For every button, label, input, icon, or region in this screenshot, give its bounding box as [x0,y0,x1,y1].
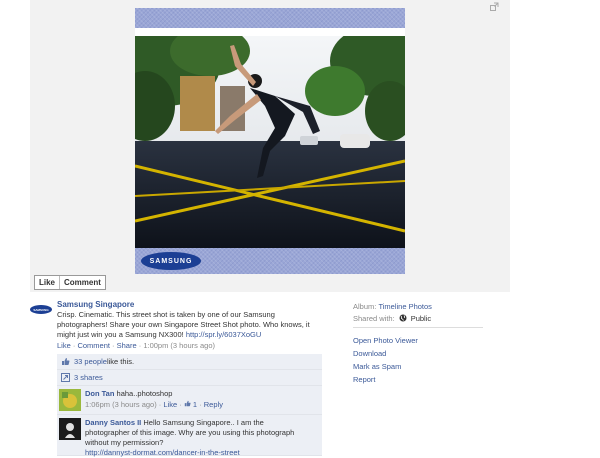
likes-suffix: like this. [106,357,135,366]
album-link[interactable]: Timeline Photos [378,302,432,311]
samsung-logo: SAMSUNG [141,252,201,270]
comment-button[interactable]: Comment [59,276,105,289]
expand-icon[interactable] [490,2,499,11]
comment-text: haha..photoshop [116,389,173,398]
comment-time[interactable]: 1:06pm (3 hours ago) [85,400,157,409]
commenter-name[interactable]: Don Tan [85,389,114,398]
commenter-avatar[interactable] [59,418,81,440]
post-like-link[interactable]: Like [57,341,71,350]
engagement-feed: 33 people like this. 3 shares Don Tan ha… [57,354,322,458]
comment-reply-link[interactable]: Reply [204,400,223,409]
like-button[interactable]: Like [35,276,59,289]
photo-frame: SAMSUNG [135,8,405,274]
globe-icon [399,314,407,322]
photo-action-bar: Like Comment [34,275,106,290]
shares-row: 3 shares [57,370,322,386]
post-share-link[interactable]: Share [117,341,137,350]
commenter-avatar[interactable] [59,389,81,411]
photo-sidebar: Album: Timeline Photos Shared with: Publ… [353,300,483,386]
post-meta: Like · Comment · Share · 1:00pm (3 hours… [57,341,216,350]
thumbs-up-icon [184,400,191,407]
comment-content: Don Tan haha..photoshop 1:06pm (3 hours … [85,386,305,410]
comment-meta: 1:06pm (3 hours ago) · Like · 1 · Reply [85,400,223,409]
post-comment-link[interactable]: Comment [77,341,110,350]
post-author[interactable]: Samsung Singapore [57,300,322,309]
shares-count[interactable]: 3 shares [74,373,103,382]
thumbs-up-icon [62,358,70,365]
post-text: Crisp. Cinematic. This street shot is ta… [57,310,322,340]
privacy-value[interactable]: Public [411,314,431,323]
comment-item: Don Tan haha..photoshop 1:06pm (3 hours … [57,386,322,415]
post-message: Crisp. Cinematic. This street shot is ta… [57,310,310,339]
commenter-name[interactable]: Danny Santos II [85,418,141,427]
sidebar-divider [353,327,483,328]
comment-like-count[interactable]: 1 [193,400,197,409]
album-label: Album: [353,301,377,311]
street-dancer-photo[interactable] [135,36,405,248]
report-link[interactable]: Report [353,373,483,386]
post-link[interactable]: http://spr.ly/6037XoGU [186,330,261,339]
post-timestamp[interactable]: 1:00pm (3 hours ago) [143,341,215,350]
likes-row: 33 people like this. [57,354,322,370]
shared-with-label: Shared with: [353,313,395,323]
share-icon [61,373,70,382]
album-row: Album: Timeline Photos [353,300,483,312]
privacy-row: Shared with: Public [353,312,483,324]
open-photo-viewer-link[interactable]: Open Photo Viewer [353,334,483,347]
page-avatar[interactable]: SAMSUNG [30,305,52,314]
comment-content: Danny Santos II Hello Samsung Singapore.… [85,415,305,458]
likes-count[interactable]: 33 people [74,357,107,366]
mark-as-spam-link[interactable]: Mark as Spam [353,360,483,373]
post-body: Samsung Singapore Crisp. Cinematic. This… [57,300,322,351]
download-link[interactable]: Download [353,347,483,360]
comment-like-link[interactable]: Like [163,400,177,409]
